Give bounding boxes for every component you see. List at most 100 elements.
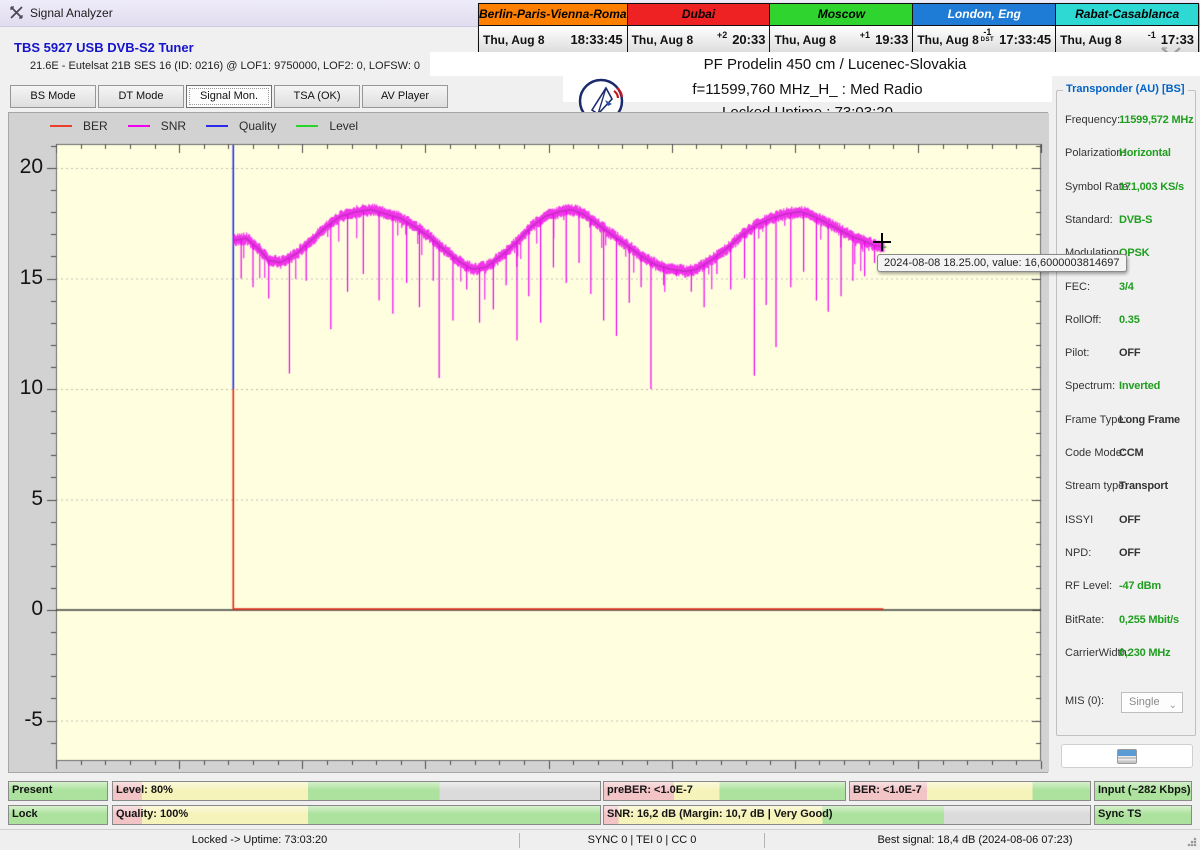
tab-bs-mode[interactable]: BS Mode [10,85,96,108]
legend-line-swatch [296,125,319,127]
transponder-label: Frame Type: [1065,413,1127,426]
clock-city-label: London, Eng [913,4,1056,26]
transponder-row-frame-type: Frame Type: Long Frame [1057,414,1197,430]
chart-tooltip: 2024-08-08 18.25.00, value: 16,600000381… [877,254,1127,272]
tab-dt-mode[interactable]: DT Mode [98,85,184,108]
transponder-label: Code Mode: [1065,447,1125,459]
clock-utc-offset: -1 [1148,31,1156,40]
clock-offset-number: -1 [1147,30,1156,40]
tab-signal-mon[interactable]: Signal Mon. [186,85,272,108]
legend-line-swatch [50,125,72,127]
site-label: PF Prodelin 450 cm / Lucenec-Slovakia [703,56,967,73]
clock-date: Thu, Aug 8 [631,32,694,47]
tab-tsa-ok[interactable]: TSA (OK) [274,85,360,108]
transponder-group-title: Transponder (AU) [BS] [1063,83,1188,95]
antenna-app-icon [9,5,24,23]
clock-value: Thu, Aug 8 -1 DST 17:33:45 [913,26,1056,53]
transponder-value: OFF [1119,513,1141,526]
ts-record-button[interactable] [1061,744,1193,768]
indicator-label: Present [12,784,53,796]
transponder-row-issyi: ISSYI OFF [1057,514,1197,530]
indicator-label: BER: <1.0E-7 [853,784,922,796]
transponder-value: -47 dBm [1119,580,1161,593]
indicator-label: Level: 80% [116,784,173,796]
transponder-label: Polarization: [1065,147,1126,160]
clock-moscow: Moscow Thu, Aug 8 +1 19:33 [770,4,914,53]
tab-av-player[interactable]: AV Player [362,85,448,108]
chart-legend: BER SNR Quality Level [50,117,358,135]
clock-dubai: Dubai Thu, Aug 8 +2 20:33 [627,4,771,53]
y-tick-label: 10 [19,376,43,399]
legend-label: BER [83,119,108,133]
mis-select[interactable]: Single ⌄ [1121,692,1183,713]
transponder-label: Frequency: [1065,114,1121,126]
transponder-value: 0,230 MHz [1119,646,1171,659]
transponder-row-code-mode: Code Mode: CCM [1057,447,1197,463]
clock-utc-offset: +2 [717,31,727,40]
transponder-label: BitRate: [1065,613,1105,626]
clock-offset-number: +1 [859,30,871,40]
chevron-down-icon: ⌄ [1168,700,1177,711]
clock-london-eng: London, Eng Thu, Aug 8 -1 DST 17:33:45 [913,4,1057,53]
transponder-value: Transport [1119,480,1168,493]
clock-value: Thu, Aug 8 18:33:45 [479,26,627,53]
indicator-lock: Lock [8,805,108,825]
legend-item-level: Level [296,119,358,133]
transponder-label: Pilot: [1065,347,1090,360]
transponder-value: OFF [1119,546,1141,559]
indicator-label: Lock [12,808,38,820]
transponder-label: ISSYI [1065,513,1094,526]
transponder-row-standard: Standard: DVB-S [1057,214,1197,230]
indicator-ber: BER: <1.0E-7 [849,781,1091,801]
clock-city-label: Dubai [627,4,770,26]
legend-line-swatch [127,125,150,127]
transponder-label: Stream type: [1065,480,1128,493]
transponder-row-rf-level: RF Level: -47 dBm [1057,580,1197,596]
legend-label: Quality [239,119,277,133]
clock-utc-offset: -1 DST [981,27,995,44]
legend-label: Level [329,119,359,133]
transponder-value: 0,255 Mbit/s [1119,613,1179,626]
signal-chart-panel [8,112,1049,773]
clock-utc-offset: +1 [860,31,870,40]
transponder-label: RF Level: [1065,580,1113,593]
transponder-row-polarization: Polarization: Horizontal [1057,147,1197,163]
crosshair-cursor-icon [873,241,891,243]
signal-chart-canvas[interactable] [9,113,1049,772]
indicator-sync-ts: Sync TS [1094,805,1192,825]
y-tick-label: -5 [24,707,43,731]
signal-label: f=11599,760 MHz_H_ : Med Radio [692,81,923,98]
transponder-row-rolloff: RollOff: 0.35 [1057,314,1197,330]
world-clocks-panel: Berlin-Paris-Vienna-Roma Thu, Aug 8 18:33:… [478,3,1199,54]
clock-berlin-paris-vienna-roma: Berlin-Paris-Vienna-Roma Thu, Aug 8 18:33:… [479,4,628,53]
transponder-row-bitrate: BitRate: 0,255 Mbit/s [1057,614,1197,630]
statusbar-sync: SYNC 0 | TEI 0 | CC 0 [587,834,697,846]
clock-city-label: Moscow [770,4,913,26]
legend-line-swatch [206,125,229,127]
transponder-value: 0.35 [1119,313,1140,326]
indicator-snr: SNR: 16,2 dB (Margin: 10,7 dB | Very Goo… [603,805,1091,825]
clock-offset-number: -1 [983,27,992,37]
indicator-label: Input (~282 Kbps) [1098,784,1191,796]
transponder-value: Long Frame [1119,413,1180,426]
signal-analyzer-window: Signal Analyzer Berlin-Paris-Vienna-Roma… [0,0,1200,850]
mis-label: MIS (0): [1065,695,1105,707]
clock-date: Thu, Aug 8 [1060,32,1122,47]
legend-item-ber: BER [50,119,108,133]
legend-label: SNR [160,119,187,133]
transponder-row-frequency: Frequency: 11599,572 MHz [1057,114,1197,130]
clock-date: Thu, Aug 8 [774,32,836,47]
transponder-row-npd: NPD: OFF [1057,547,1197,563]
transponder-row-stream-type: Stream type: Transport [1057,480,1197,496]
transponder-label: Spectrum: [1065,380,1116,393]
clock-time: 19:33 [875,32,909,47]
mode-tabs: BS Mode DT Mode Signal Mon. TSA (OK) AV Play… [10,85,448,108]
clock-offset-number: +2 [716,30,728,40]
transponder-label: FEC: [1065,280,1091,293]
statusbar-best-signal: Best signal: 18,4 dB (2024-08-06 07:23) [877,834,1073,846]
indicator-preber: preBER: <1.0E-7 [603,781,846,801]
resize-grip[interactable] [1187,837,1197,847]
transponder-groupbox: Frequency: 11599,572 MHz Polarization: Hori… [1056,90,1196,736]
transponder-value: 171,003 KS/s [1119,180,1184,193]
legend-item-quality: Quality [206,119,276,133]
